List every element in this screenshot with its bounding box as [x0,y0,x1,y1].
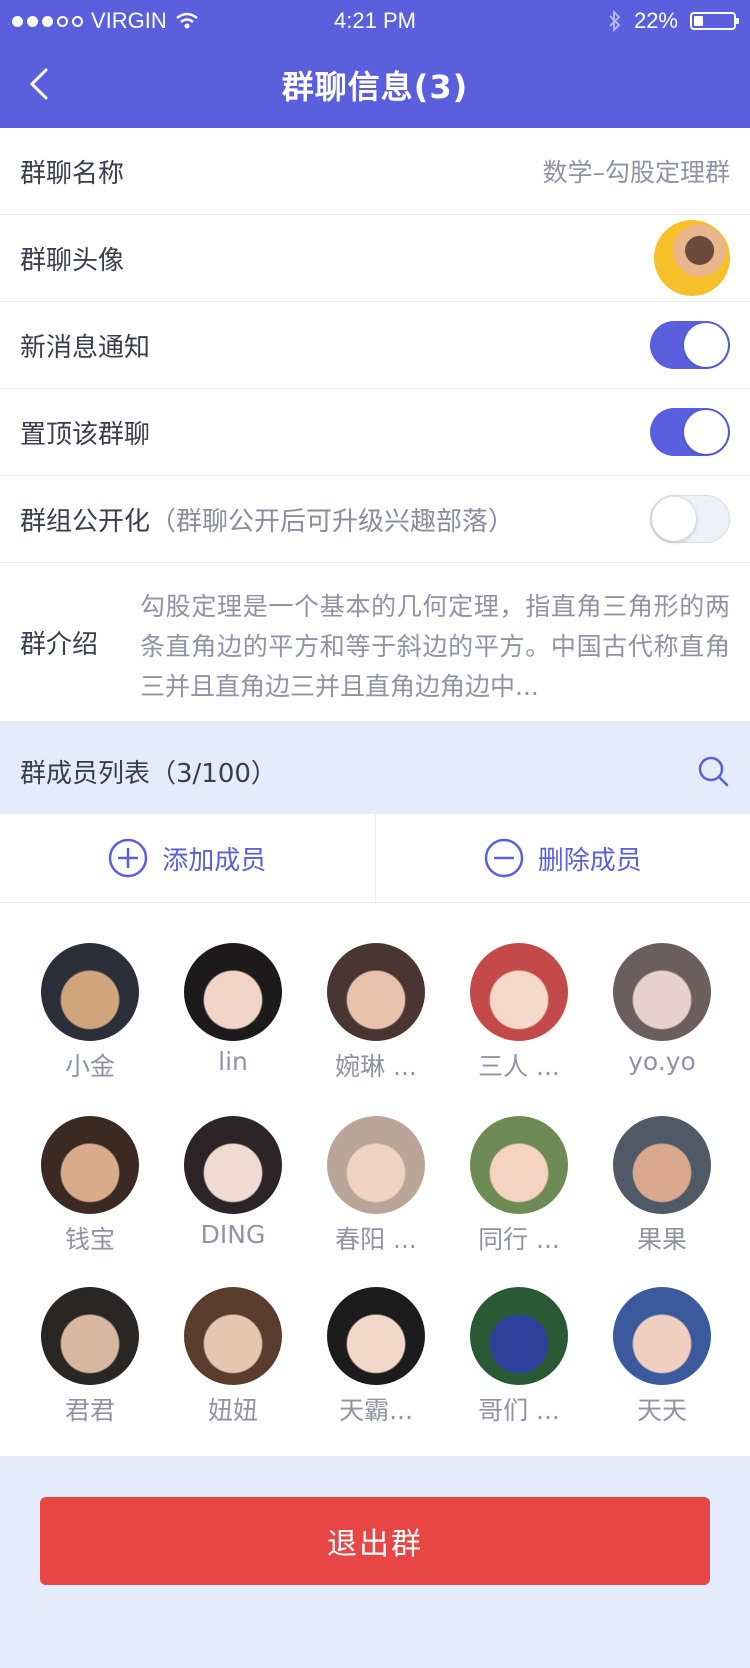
member-name: 三人 ... [478,1052,560,1081]
remove-member-label: 删除成员 [537,845,642,876]
member-avatar[interactable] [41,943,139,1041]
group-avatar[interactable] [654,220,730,296]
notify-label: 新消息通知 [20,332,151,363]
public-label-group: 群组公开化（群聊公开后可升级兴趣部落） [20,501,514,538]
members-header: 群成员列表（3/100） [0,728,750,814]
member-avatar[interactable] [327,1116,425,1214]
member-name: 婉琳 ... [335,1052,417,1081]
member-item[interactable]: 婉琳 ... [306,943,446,1083]
member-name: 春阳 ... [335,1225,417,1254]
member-avatar[interactable] [184,1116,282,1214]
member-item[interactable]: 天天 [592,1287,732,1427]
member-name: 妞妞 [207,1396,258,1425]
public-toggle[interactable] [650,495,730,543]
toggle-knob [684,323,728,367]
member-avatar[interactable] [613,1287,711,1385]
public-label: 群组公开化 [20,506,151,537]
member-item[interactable]: DING [163,1116,303,1249]
member-name: 天霸... [339,1396,413,1425]
group-intro-label: 群介绍 [20,629,99,660]
settings-list: 群聊名称 数学–勾股定理群 群聊头像 新消息通知 置顶该群聊 群组公开化（群聊公… [0,128,750,721]
status-bar: VIRGIN 4:21 PM 22% [0,0,750,40]
member-avatar[interactable] [470,1287,568,1385]
search-icon[interactable] [696,754,730,788]
member-name: 果果 [636,1225,687,1254]
minus-circle-icon [484,838,523,878]
group-name-row[interactable]: 群聊名称 数学–勾股定理群 [0,128,750,215]
group-avatar-label: 群聊头像 [20,245,125,276]
members-count-label: 群成员列表（3/100） [20,758,277,789]
member-name: lin [218,1047,248,1076]
battery-icon [690,12,739,30]
member-item[interactable]: 春阳 ... [306,1116,446,1256]
member-avatar[interactable] [41,1287,139,1385]
status-right: 22% [608,8,739,34]
member-avatar[interactable] [470,1116,568,1214]
add-member-label: 添加成员 [162,845,267,876]
group-name-label: 群聊名称 [20,158,125,189]
member-item[interactable]: lin [163,943,303,1076]
bluetooth-icon [609,10,621,32]
member-avatar[interactable] [470,943,568,1041]
remove-member-button[interactable]: 删除成员 [374,814,750,902]
member-avatar[interactable] [184,943,282,1041]
battery-percent: 22% [633,8,678,33]
notify-row: 新消息通知 [0,302,750,389]
member-name: yo.yo [628,1047,696,1076]
notify-toggle[interactable] [650,321,730,369]
pin-toggle[interactable] [650,408,730,456]
member-item[interactable]: 小金 [20,943,160,1083]
toggle-knob [652,497,696,541]
member-name: 君君 [64,1396,115,1425]
member-item[interactable]: 钱宝 [20,1116,160,1256]
public-note: （群聊公开后可升级兴趣部落） [150,506,515,537]
member-name: 同行 ... [478,1225,560,1254]
member-name: DING [200,1220,266,1249]
member-name: 天天 [636,1396,687,1425]
pin-row: 置顶该群聊 [0,389,750,476]
plus-circle-icon [108,838,148,878]
page-title: 群聊信息(3) [281,68,469,106]
member-avatar[interactable] [41,1116,139,1214]
member-avatar[interactable] [327,1287,425,1385]
nav-bar: 群聊信息(3) [0,40,750,128]
member-item[interactable]: 妞妞 [163,1287,303,1427]
group-intro-row[interactable]: 群介绍 勾股定理是一个基本的几何定理，指直角三角形的两条直角边的平方和等于斜边的… [0,563,750,721]
group-name-value: 数学–勾股定理群 [542,158,730,187]
member-name: 钱宝 [64,1225,115,1254]
member-name: 小金 [64,1052,115,1081]
member-item[interactable]: 果果 [592,1116,732,1256]
group-avatar-row[interactable]: 群聊头像 [0,215,750,302]
member-actions: 添加成员 删除成员 [0,814,750,903]
member-item[interactable]: 天霸... [306,1287,446,1427]
member-avatar[interactable] [613,943,711,1041]
member-name: 哥们 ... [478,1396,560,1425]
exit-group-button[interactable]: 退出群 [40,1497,710,1585]
member-item[interactable]: 君君 [20,1287,160,1427]
member-avatar[interactable] [184,1287,282,1385]
member-avatar[interactable] [613,1116,711,1214]
public-row: 群组公开化（群聊公开后可升级兴趣部落） [0,476,750,563]
member-item[interactable]: yo.yo [592,943,732,1076]
member-grid: 小金 lin 婉琳 ... 三人 ... yo.yo 钱宝 DING 春阳 ..… [0,903,750,1456]
add-member-button[interactable]: 添加成员 [0,814,375,902]
group-intro-text: 勾股定理是一个基本的几何定理，指直角三角形的两条直角边的平方和等于斜边的平方。中… [140,592,730,701]
toggle-knob [684,410,728,454]
member-item[interactable]: 哥们 ... [449,1287,589,1427]
pin-label: 置顶该群聊 [20,419,151,450]
member-item[interactable]: 三人 ... [449,943,589,1083]
member-item[interactable]: 同行 ... [449,1116,589,1256]
member-avatar[interactable] [327,943,425,1041]
